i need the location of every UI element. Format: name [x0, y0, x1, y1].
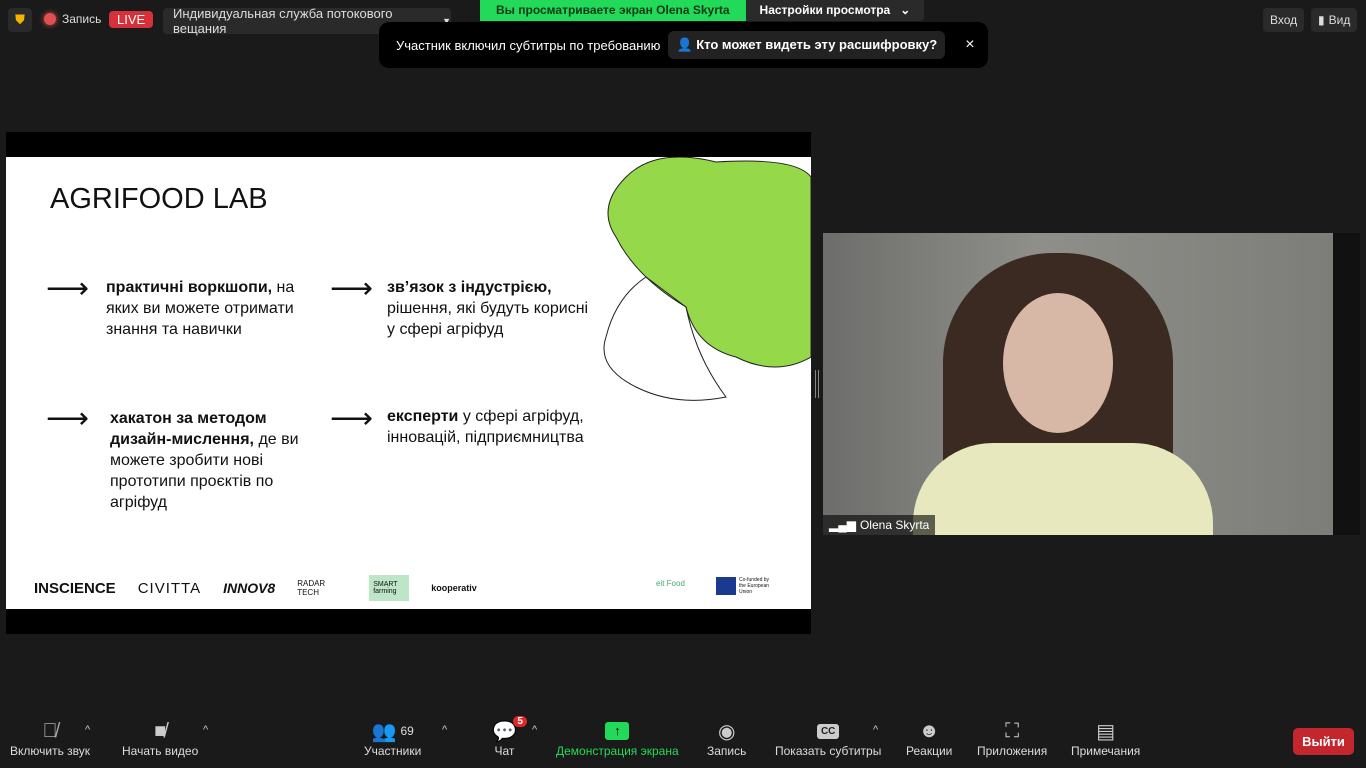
- slide-item-workshops: практичні воркшопи, на яких ви можете от…: [106, 279, 295, 338]
- slide-title: AGRIFOOD LAB: [50, 183, 268, 215]
- recording-indicator[interactable]: Запись: [44, 12, 101, 26]
- participant-name-tag: ▂▄▆ Olena Skyrta: [823, 515, 936, 535]
- who-can-see-label: Кто может видеть эту расшифровку?: [696, 37, 938, 52]
- video-off-icon: ■̸: [154, 719, 167, 742]
- live-badge: LIVE: [109, 11, 154, 28]
- reactions-label: Реакции: [906, 744, 953, 758]
- leave-button[interactable]: Выйти: [1293, 728, 1354, 755]
- slide-item-hackathon: хакатон за методом дизайн-мислення, де в…: [110, 410, 299, 511]
- lettuce-illustration: [603, 157, 811, 401]
- view-icon: ▮: [1318, 13, 1325, 27]
- resize-handle[interactable]: [815, 370, 819, 398]
- record-button[interactable]: ◉ Запись: [707, 718, 747, 759]
- participants-icon: 👥: [371, 720, 397, 743]
- apps-button[interactable]: ⛶ Приложения: [977, 718, 1048, 759]
- logo-kooperativ: kooperativ: [431, 583, 477, 593]
- view-label: Вид: [1328, 13, 1351, 27]
- partner-logos: INSCIENCE CIVITTA INNOV8 RADAR TECH SMAR…: [34, 575, 477, 601]
- logo-smart-farming: SMART farming: [369, 575, 410, 601]
- chat-icon: 💬 5: [492, 716, 527, 744]
- security-shield-icon[interactable]: ⛊: [8, 8, 32, 32]
- slide-letterbox-bottom: [6, 609, 811, 634]
- view-settings-button[interactable]: Настройки просмотра ⌄: [745, 0, 925, 21]
- login-button[interactable]: Вход: [1263, 8, 1305, 32]
- participants-icon-wrap: 👥 69: [372, 718, 414, 744]
- unmute-button[interactable]: 🎙̸ Включить звук: [10, 718, 91, 759]
- mic-muted-icon: 🎙̸: [42, 719, 58, 742]
- participants-count: 69: [400, 724, 414, 738]
- logo-inscience: INSCIENCE: [34, 579, 116, 597]
- logo-eu: Co-funded by the European Union: [716, 577, 776, 595]
- captions-caret[interactable]: ^: [873, 724, 878, 736]
- start-video-button[interactable]: ■̸ Начать видео: [122, 718, 199, 759]
- unmute-label: Включить звук: [10, 744, 91, 758]
- viewing-banner: Вы просматриваете экран Olena Skyrta Нас…: [480, 0, 925, 21]
- participants-caret[interactable]: ^: [442, 724, 447, 736]
- record-label: Запись: [62, 12, 102, 26]
- share-label: Демонстрация экрана: [556, 744, 679, 758]
- slide-item-industry: зв’язок з індустрією, рішення, які будут…: [387, 279, 589, 338]
- logo-innov8: INNOV8: [223, 580, 276, 596]
- arrow-icon: ⟶: [330, 272, 374, 305]
- apps-label: Приложения: [977, 744, 1048, 758]
- chat-caret[interactable]: ^: [532, 724, 537, 736]
- record-icon: ◉: [717, 720, 736, 743]
- captions-label: Показать субтитры: [775, 744, 882, 758]
- viewing-text: Вы просматриваете экран Olena Skyrta: [480, 0, 746, 21]
- captions-button[interactable]: CC Показать субтитры: [775, 718, 881, 758]
- cc-icon: CC: [816, 723, 840, 739]
- notes-label: Примечания: [1071, 744, 1141, 758]
- who-can-see-button[interactable]: 👤 Кто может видеть эту расшифровку?: [668, 31, 946, 59]
- chat-label: Чат: [494, 744, 515, 758]
- chat-badge: 5: [513, 716, 527, 727]
- caption-toast: Участник включил субтитры по требованию …: [379, 22, 988, 68]
- signal-bars-icon: ▂▄▆: [829, 518, 856, 532]
- participants-label: Участники: [364, 744, 422, 758]
- reaction-icon: ☻: [918, 719, 940, 742]
- view-settings-label: Настройки просмотра: [759, 3, 891, 17]
- close-icon[interactable]: ×: [965, 36, 974, 54]
- chevron-down-icon: ⌄: [900, 3, 911, 17]
- shared-slide: AGRIFOOD LAB ⟶ практичні воркшопи, на як…: [6, 157, 811, 609]
- toast-message: Участник включил субтитры по требованию: [396, 37, 661, 53]
- participant-video[interactable]: ▂▄▆ Olena Skyrta: [823, 233, 1360, 535]
- record-dot-icon: [44, 13, 56, 25]
- slide-item-experts: експерти у сфері агріфуд, інновацій, під…: [387, 408, 584, 446]
- participant-name: Olena Skyrta: [859, 518, 930, 532]
- apps-icon: ⛶: [1005, 719, 1020, 742]
- notes-icon: ▤: [1096, 720, 1116, 743]
- logo-eit-food: eit Food: [656, 579, 685, 588]
- logo-radar-tech: RADAR TECH: [297, 579, 326, 597]
- view-button[interactable]: ▮ Вид: [1311, 8, 1358, 32]
- logo-civitta: CIVITTA: [137, 579, 202, 597]
- cc-icon-wrap: CC: [816, 718, 840, 744]
- chat-button[interactable]: 💬 5 Чат: [492, 716, 527, 758]
- reactions-button[interactable]: ☻ Реакции: [906, 718, 953, 759]
- audio-options-caret[interactable]: ^: [85, 724, 90, 736]
- video-options-caret[interactable]: ^: [203, 724, 208, 736]
- slide-letterbox-top: [6, 132, 811, 157]
- arrow-icon: ⟶: [46, 402, 90, 435]
- arrow-icon: ⟶: [46, 272, 90, 305]
- start-video-label: Начать видео: [122, 744, 199, 758]
- share-screen-button[interactable]: ↑ Демонстрация экрана: [556, 718, 679, 758]
- share-icon-wrap: ↑: [605, 718, 630, 744]
- share-screen-icon: ↑: [605, 722, 630, 740]
- arrow-icon: ⟶: [330, 402, 374, 435]
- record-button-label: Запись: [707, 744, 747, 758]
- participants-button[interactable]: 👥 69 Участники: [364, 718, 422, 759]
- notes-button[interactable]: ▤ Примечания: [1071, 718, 1141, 759]
- person-icon: 👤: [676, 37, 693, 52]
